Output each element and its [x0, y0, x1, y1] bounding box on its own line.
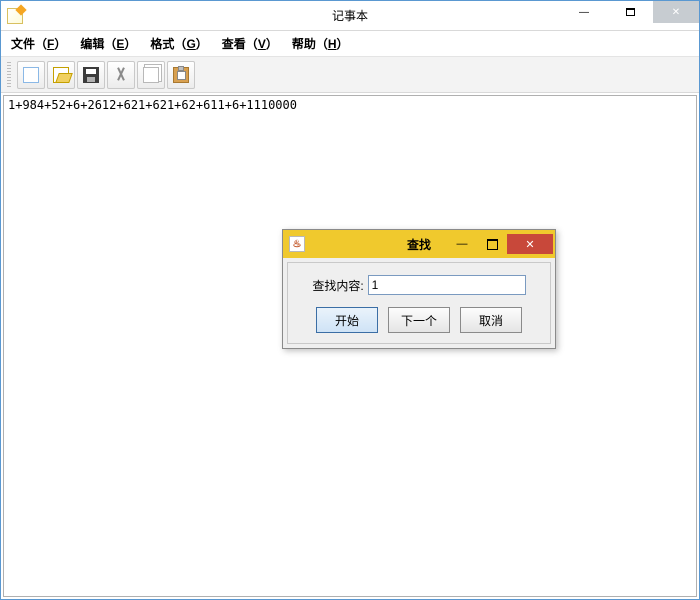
menu-file[interactable]: 文件（F）	[11, 35, 66, 52]
titlebar: 记事本 — ✕	[1, 1, 699, 31]
find-row: 查找内容:	[298, 275, 540, 295]
app-icon	[7, 8, 23, 24]
new-button[interactable]	[17, 61, 45, 89]
paste-button[interactable]	[167, 61, 195, 89]
maximize-icon	[626, 8, 635, 16]
minimize-button[interactable]: —	[561, 1, 607, 23]
dialog-buttons: 开始 下一个 取消	[298, 307, 540, 333]
menu-edit[interactable]: 编辑（E）	[80, 35, 136, 52]
maximize-button[interactable]	[607, 1, 653, 23]
find-start-button[interactable]: 开始	[316, 307, 378, 333]
dialog-maximize-button[interactable]	[477, 234, 507, 254]
toolbar-grip	[7, 62, 11, 88]
cut-button[interactable]	[107, 61, 135, 89]
dialog-controls: — ✕	[447, 234, 553, 254]
window-controls: — ✕	[561, 1, 699, 30]
dialog-body: 查找内容: 开始 下一个 取消	[287, 262, 551, 344]
paste-icon	[173, 67, 189, 83]
find-next-button[interactable]: 下一个	[388, 307, 450, 333]
dialog-minimize-button[interactable]: —	[447, 234, 477, 254]
open-file-icon	[53, 67, 69, 83]
menu-view[interactable]: 查看（V）	[222, 35, 278, 52]
dialog-close-button[interactable]: ✕	[507, 234, 553, 254]
dialog-titlebar[interactable]: ♨ 查找 — ✕	[283, 230, 555, 258]
menu-format[interactable]: 格式（G）	[150, 35, 207, 52]
find-input[interactable]	[368, 275, 526, 295]
java-icon: ♨	[289, 236, 305, 252]
scissors-icon	[113, 67, 129, 83]
open-button[interactable]	[47, 61, 75, 89]
copy-icon	[143, 67, 159, 83]
save-button[interactable]	[77, 61, 105, 89]
find-label: 查找内容:	[312, 277, 363, 294]
save-icon	[83, 67, 99, 83]
find-dialog: ♨ 查找 — ✕ 查找内容: 开始 下一个 取消	[282, 229, 556, 349]
new-file-icon	[23, 67, 39, 83]
menu-help[interactable]: 帮助（H）	[292, 35, 349, 52]
copy-button[interactable]	[137, 61, 165, 89]
close-button[interactable]: ✕	[653, 1, 699, 23]
toolbar	[1, 57, 699, 93]
find-cancel-button[interactable]: 取消	[460, 307, 522, 333]
menubar: 文件（F） 编辑（E） 格式（G） 查看（V） 帮助（H）	[1, 31, 699, 57]
